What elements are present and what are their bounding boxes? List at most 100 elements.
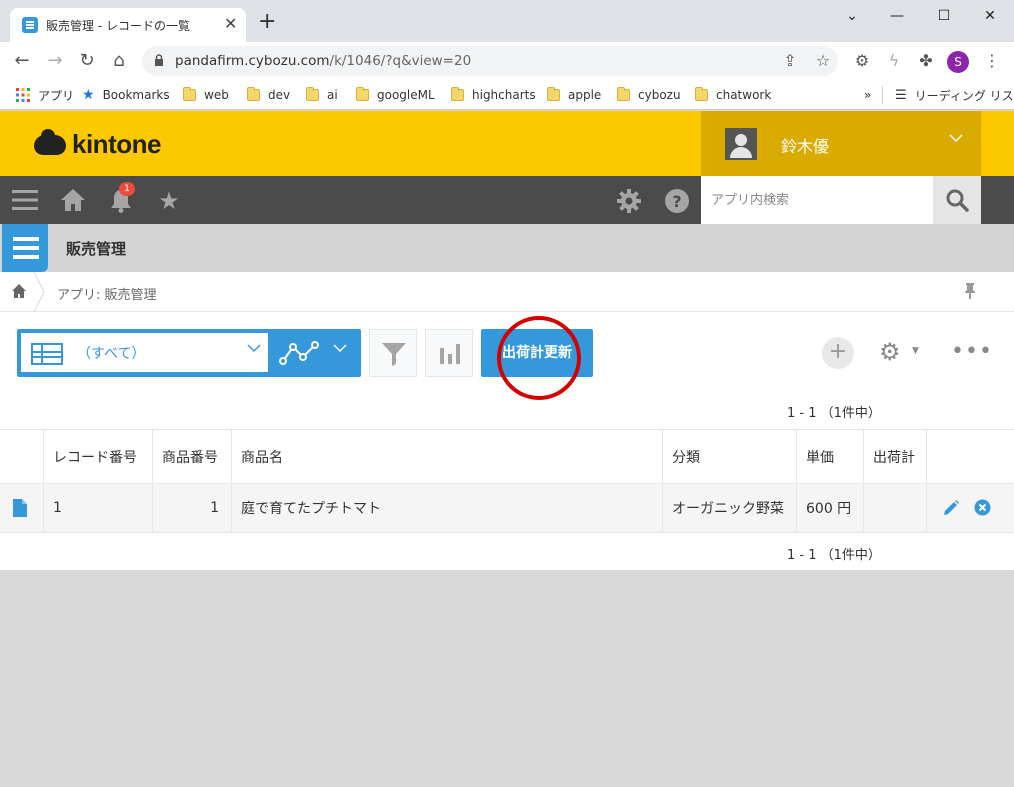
profile-avatar[interactable]: S [947, 51, 969, 73]
folder-icon [695, 87, 708, 101]
bookmark-cybozu[interactable]: cybozu [617, 86, 681, 104]
tab-search-icon[interactable]: ⌄ [838, 5, 866, 27]
home-icon[interactable] [11, 283, 27, 299]
add-record-button[interactable]: + [822, 337, 854, 369]
bookmark-ai[interactable]: ai [306, 86, 338, 104]
share-icon[interactable]: ⇪ [780, 51, 800, 71]
reload-icon[interactable]: ↻ [75, 49, 99, 73]
bookmarks-overflow-icon[interactable]: » [864, 86, 871, 104]
kintone-header: kintone 鈴木優 [0, 111, 1014, 176]
chevron-down-icon [247, 344, 261, 353]
minimize-icon[interactable]: — [883, 5, 911, 27]
table-header-cell[interactable]: 単価 [797, 430, 864, 483]
lightning-icon[interactable]: ϟ [884, 51, 904, 71]
bookmark-googleml[interactable]: googleML [356, 86, 435, 104]
home-icon[interactable] [60, 188, 86, 212]
graph-button[interactable] [425, 329, 473, 377]
kintone-global-nav: 1 ★ ? [0, 176, 1014, 224]
tab-title: 販売管理 - レコードの一覧 [46, 19, 190, 33]
breadcrumb-app-link[interactable]: アプリ: 販売管理 [57, 284, 157, 303]
hamburger-menu-icon[interactable] [12, 188, 38, 212]
table-header-row: レコード番号 商品番号 商品名 分類 単価 出荷計 [0, 429, 1014, 483]
bookmark-star-icon[interactable]: ☆ [813, 51, 833, 71]
highlight-circle [497, 316, 581, 400]
home-icon[interactable]: ⌂ [107, 49, 131, 73]
more-options-icon[interactable]: ••• [951, 338, 993, 366]
bookmark-label: apple [568, 88, 602, 102]
list-icon [22, 17, 38, 33]
view-selector: （すべて） [17, 329, 361, 377]
url-text[interactable]: pandafirm.cybozu.com/k/1046/?q&view=20 [175, 53, 471, 69]
gear-icon[interactable]: ⚙ [879, 338, 901, 366]
logo-text: kintone [72, 129, 161, 159]
bookmark-web[interactable]: web [183, 86, 229, 104]
table-header-cell[interactable]: レコード番号 [44, 430, 153, 483]
reading-list-label: リーディング リスト [914, 88, 1014, 103]
edit-pencil-icon[interactable] [942, 499, 960, 517]
record-detail-link[interactable] [0, 484, 44, 532]
bookmark-label: googleML [377, 88, 435, 102]
breadcrumb: アプリ: 販売管理 [0, 272, 1014, 312]
app-list-icon[interactable] [2, 224, 48, 272]
browser-tab[interactable]: 販売管理 - レコードの一覧 ✕ [10, 8, 246, 42]
close-icon[interactable]: ✕ [224, 14, 237, 34]
user-name: 鈴木優 [781, 137, 830, 156]
forward-icon[interactable]: → [43, 49, 67, 73]
kintone-logo[interactable]: kintone [34, 128, 161, 160]
bookmark-dev[interactable]: dev [247, 86, 290, 104]
bookmark-highcharts[interactable]: highcharts [451, 86, 536, 104]
reading-list[interactable]: ☰ リーディング リスト [895, 86, 1014, 104]
back-icon[interactable]: ← [10, 49, 34, 73]
bookmark-apps[interactable]: アプリ [16, 86, 74, 104]
maximize-icon[interactable]: ☐ [930, 5, 958, 27]
delete-icon[interactable] [974, 499, 991, 516]
svg-text:?: ? [672, 192, 681, 211]
chevron-down-icon[interactable]: ▼ [912, 346, 919, 356]
window-close-icon[interactable]: ✕ [976, 5, 1004, 27]
star-icon[interactable]: ★ [154, 186, 184, 216]
app-name[interactable]: 販売管理 [66, 238, 126, 259]
chevron-down-icon[interactable] [333, 343, 347, 353]
table-header-cell[interactable]: 商品名 [232, 430, 663, 483]
pager-top: 1 - 1 （1件中） [787, 406, 881, 421]
filter-icon [382, 343, 406, 366]
table-header-cell[interactable]: 商品番号 [153, 430, 232, 483]
pin-icon[interactable] [963, 282, 977, 300]
extension-icon[interactable]: ⚙ [852, 51, 872, 71]
bookmark-bookmarks[interactable]: ★ Bookmarks [82, 86, 170, 104]
user-menu[interactable]: 鈴木優 [701, 111, 981, 176]
document-icon [13, 499, 27, 517]
new-tab-icon[interactable]: + [258, 11, 276, 33]
table-header-cell[interactable]: 分類 [663, 430, 797, 483]
address-bar[interactable]: pandafirm.cybozu.com/k/1046/?q&view=20 ⇪… [142, 46, 838, 76]
bookmark-label: Bookmarks [102, 88, 170, 102]
help-icon[interactable]: ? [664, 188, 690, 214]
pager-bottom: 1 - 1 （1件中） [787, 548, 881, 563]
breadcrumb-separator [33, 272, 45, 312]
url-path: /k/1046/?q&view=20 [329, 53, 472, 69]
reading-list-icon: ☰ [895, 87, 907, 103]
search-button[interactable] [933, 176, 981, 224]
folder-icon [547, 87, 560, 101]
app-title-bar: 販売管理 [0, 224, 1014, 272]
url-host: pandafirm.cybozu.com [175, 53, 330, 69]
app-search-input[interactable] [701, 176, 933, 224]
record-list-main: （すべて） 出荷計更新 + ⚙ ▼ ••• 1 - 1 （1件中） レコード番号… [0, 312, 1014, 570]
table-header-cell[interactable]: 出荷計 [864, 430, 927, 483]
notification-badge: 1 [119, 182, 135, 196]
puzzle-icon[interactable]: ✤ [916, 51, 936, 71]
graph-icon[interactable] [279, 339, 319, 367]
folder-icon [183, 87, 196, 101]
bookmark-label: アプリ [38, 88, 75, 103]
filter-button[interactable] [369, 329, 417, 377]
view-dropdown[interactable]: （すべて） [21, 333, 268, 372]
table-cell [864, 484, 927, 532]
menu-icon[interactable]: ⋮ [982, 51, 1002, 71]
gear-icon[interactable] [616, 188, 642, 214]
bookmark-apple[interactable]: apple [547, 86, 601, 104]
chevron-down-icon [949, 134, 963, 143]
bookmark-chatwork[interactable]: chatwork [695, 86, 771, 104]
table-cell: 1 [153, 484, 232, 532]
avatar [725, 128, 757, 160]
bookmark-label: ai [327, 88, 338, 102]
